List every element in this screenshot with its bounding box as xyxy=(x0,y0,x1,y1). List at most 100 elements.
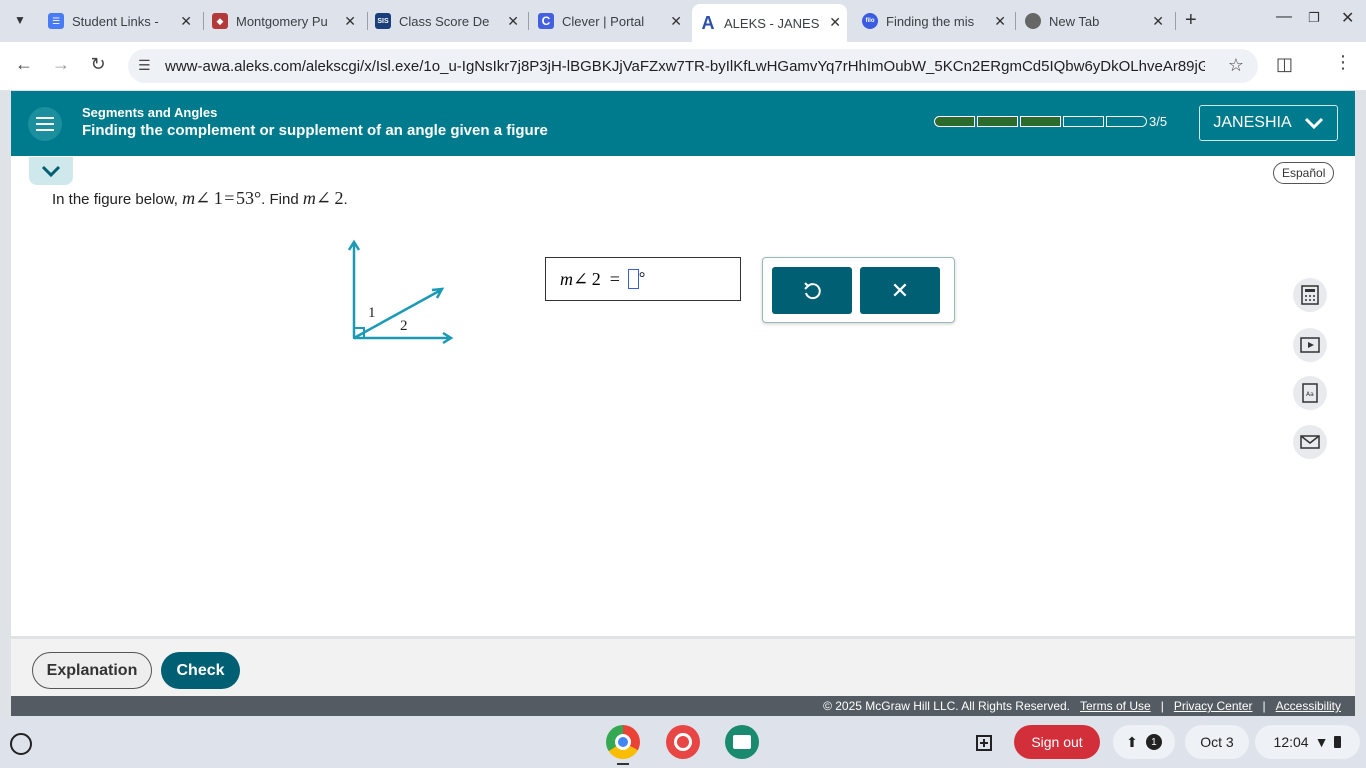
aleks-icon: A xyxy=(701,12,715,33)
tab-new-tab[interactable]: New Tab ✕ xyxy=(1025,6,1170,36)
collapse-header-button[interactable] xyxy=(29,157,73,185)
terms-link[interactable]: Terms of Use xyxy=(1080,699,1151,713)
subtopic-title: Finding the complement or supplement of … xyxy=(82,122,548,139)
angle-2-label: 2 xyxy=(400,318,408,334)
tab-aleks[interactable]: A ALEKS - JANES ✕ xyxy=(692,4,847,42)
degree-symbol: ° xyxy=(638,270,646,287)
progress-segment xyxy=(1106,116,1147,127)
close-icon[interactable]: ✕ xyxy=(507,13,519,30)
explanation-button[interactable]: Explanation xyxy=(32,652,152,689)
tab-student-links[interactable]: ☰ Student Links - ✕ xyxy=(48,6,198,36)
sign-out-button[interactable]: Sign out xyxy=(1014,725,1100,759)
accessibility-link[interactable]: Accessibility xyxy=(1276,699,1341,713)
progress-segment xyxy=(977,116,1018,127)
date-pill[interactable]: Oct 3 xyxy=(1185,725,1249,759)
dictionary-button[interactable]: Aa xyxy=(1293,376,1327,410)
doc-icon: ☰ xyxy=(48,13,64,29)
close-icon[interactable]: ✕ xyxy=(1152,13,1164,30)
message-button[interactable] xyxy=(1293,425,1327,459)
progress-segment xyxy=(1020,116,1061,127)
calculator-button[interactable] xyxy=(1293,278,1327,312)
close-icon[interactable]: ✕ xyxy=(829,14,841,31)
problem-area: Español In the figure below, m∠ 1 = 53°.… xyxy=(11,156,1355,636)
tab-search-chevron-icon[interactable]: ▼ xyxy=(10,10,30,30)
chevron-down-icon xyxy=(1304,117,1323,129)
clear-button[interactable]: ✕ xyxy=(860,267,940,314)
tab-title: Finding the mis xyxy=(886,13,975,29)
close-icon[interactable]: ✕ xyxy=(344,13,356,30)
progress-segment xyxy=(1063,116,1104,127)
tab-class-score[interactable]: SIS Class Score De ✕ xyxy=(375,6,525,36)
answer-input[interactable] xyxy=(627,269,639,289)
user-menu-button[interactable]: JANESHIA xyxy=(1199,105,1338,141)
clever-icon: C xyxy=(538,13,554,29)
tab-montgomery[interactable]: ◆ Montgomery Pu ✕ xyxy=(212,6,362,36)
extensions-icon[interactable]: ◫ xyxy=(1276,54,1293,75)
wifi-icon: ▼ xyxy=(1314,734,1329,750)
aleks-header: Segments and Angles Finding the compleme… xyxy=(11,91,1355,156)
classroom-app-icon[interactable] xyxy=(725,725,759,759)
browser-toolbar: ← → ↻ ☰ www-awa.aleks.com/alekscgi/x/Isl… xyxy=(0,42,1366,90)
launcher-icon[interactable] xyxy=(10,733,32,755)
upload-icon: ⬆ xyxy=(1126,733,1138,750)
bookmark-star-icon[interactable]: ☆ xyxy=(1228,55,1244,76)
calculator-icon xyxy=(1301,285,1319,305)
restore-icon[interactable]: ❐ xyxy=(1308,10,1320,26)
dictionary-icon: Aa xyxy=(1302,383,1318,403)
more-menu-icon[interactable]: ⋮ xyxy=(1334,52,1352,73)
given-expression: m∠ 1 = 53° xyxy=(182,188,262,208)
espanol-button[interactable]: Español xyxy=(1273,162,1335,184)
undo-icon xyxy=(804,281,821,299)
close-icon[interactable]: ✕ xyxy=(180,13,192,30)
video-play-icon xyxy=(1300,337,1320,353)
minimize-icon[interactable]: — xyxy=(1276,8,1292,26)
clock-time: 12:04 xyxy=(1273,734,1309,750)
back-arrow-icon[interactable]: ← xyxy=(12,54,36,75)
site-settings-icon[interactable]: ☰ xyxy=(138,57,151,74)
filo-icon: filo xyxy=(862,13,878,29)
hamburger-menu-icon[interactable] xyxy=(28,107,62,141)
tab-title: New Tab xyxy=(1049,13,1100,29)
window-close-icon[interactable]: ✕ xyxy=(1341,8,1354,28)
privacy-link[interactable]: Privacy Center xyxy=(1174,699,1253,713)
progress-bar xyxy=(934,116,1147,127)
footer-separator: | xyxy=(1160,699,1164,713)
active-app-indicator xyxy=(617,763,629,765)
angle-1-label: 1 xyxy=(368,305,376,321)
answer-expression: m∠ 2 = xyxy=(560,268,620,289)
angle-figure: 1 2 xyxy=(347,239,454,345)
tab-title: Clever | Portal xyxy=(562,13,645,29)
chevron-down-icon xyxy=(41,165,61,177)
reload-icon[interactable]: ↻ xyxy=(86,54,110,75)
shield-icon: ◆ xyxy=(212,13,228,29)
screen-capture-icon[interactable] xyxy=(970,725,1000,759)
check-button[interactable]: Check xyxy=(161,652,240,689)
url-text[interactable]: www-awa.aleks.com/alekscgi/x/Isl.exe/1o_… xyxy=(165,58,1205,75)
paint-app-icon[interactable] xyxy=(666,725,700,759)
footer-separator: | xyxy=(1262,699,1266,713)
tab-divider xyxy=(203,12,204,30)
sis-icon: SIS xyxy=(375,13,391,29)
action-bar: Explanation Check xyxy=(11,636,1355,696)
tab-filo[interactable]: filo Finding the mis ✕ xyxy=(862,6,1012,36)
new-tab-plus-icon[interactable]: + xyxy=(1185,9,1197,32)
chrome-icon xyxy=(1025,13,1041,29)
battery-icon xyxy=(1334,736,1342,748)
close-icon[interactable]: ✕ xyxy=(994,13,1006,30)
tab-divider xyxy=(367,12,368,30)
tab-title: Class Score De xyxy=(399,13,490,29)
notification-tray[interactable]: ⬆ 1 xyxy=(1113,725,1175,759)
video-button[interactable] xyxy=(1293,328,1327,362)
tab-clever[interactable]: C Clever | Portal ✕ xyxy=(538,6,688,36)
undo-button[interactable] xyxy=(772,267,852,314)
address-bar[interactable]: ☰ www-awa.aleks.com/alekscgi/x/Isl.exe/1… xyxy=(128,49,1258,83)
status-tray[interactable]: 12:04 ▼ xyxy=(1255,725,1360,759)
question-prefix: In the figure below, xyxy=(52,191,178,208)
os-shelf: Sign out ⬆ 1 Oct 3 12:04 ▼ xyxy=(0,716,1366,768)
notification-count: 1 xyxy=(1145,734,1162,750)
footer: © 2025 McGraw Hill LLC. All Rights Reser… xyxy=(11,696,1355,716)
chrome-app-icon[interactable] xyxy=(606,725,640,759)
forward-arrow-icon[interactable]: → xyxy=(49,54,73,75)
copyright-text: © 2025 McGraw Hill LLC. All Rights Reser… xyxy=(823,699,1070,713)
close-icon[interactable]: ✕ xyxy=(670,13,682,30)
